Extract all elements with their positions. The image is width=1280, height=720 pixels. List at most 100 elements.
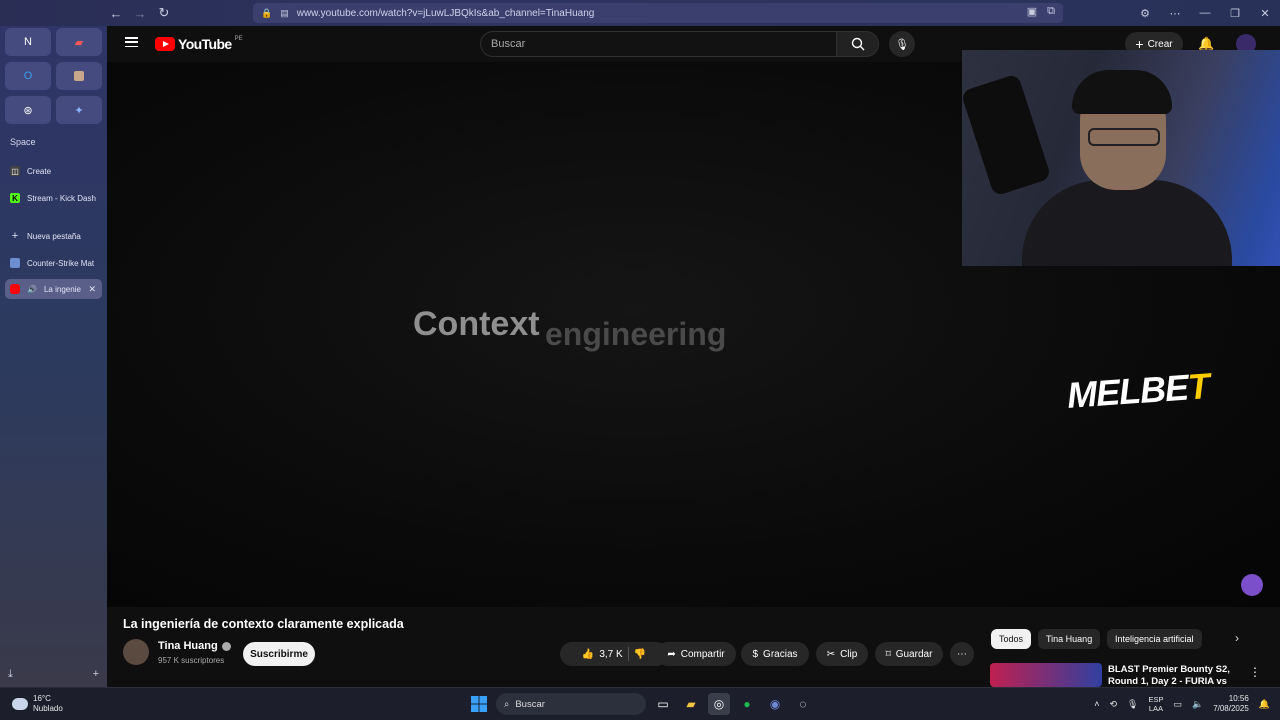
- window-controls: ⚙ ⋯ — ❐ ✕: [1130, 0, 1280, 26]
- search-input[interactable]: Buscar: [480, 31, 837, 57]
- save-label: Guardar: [895, 648, 933, 660]
- app-icon[interactable]: [56, 62, 102, 90]
- weather-widget[interactable]: 16°C Nublado: [12, 694, 63, 714]
- spotify-icon[interactable]: ●: [736, 693, 758, 715]
- weather-condition: Nublado: [33, 704, 63, 713]
- sync-icon[interactable]: ⟲: [1109, 699, 1117, 710]
- notion-icon[interactable]: N: [5, 28, 51, 56]
- youtube-wordmark: YouTube: [178, 36, 232, 52]
- maximize-icon[interactable]: ❐: [1220, 7, 1250, 20]
- mic-icon[interactable]: 🎙: [1127, 699, 1138, 710]
- microphone-image: [962, 73, 1052, 197]
- thanks-button[interactable]: $ Gracias: [741, 642, 809, 666]
- back-icon[interactable]: ←: [104, 2, 128, 24]
- language-indicator[interactable]: ESP LAA: [1148, 695, 1163, 713]
- sponsor-logo: MELBET: [1065, 365, 1211, 416]
- video-details: La ingeniería de contexto claramente exp…: [107, 607, 1280, 687]
- menu-icon[interactable]: [125, 37, 138, 47]
- outlook-icon[interactable]: O: [5, 62, 51, 90]
- space-label: Space: [10, 137, 36, 147]
- site-settings-icon[interactable]: ▤: [280, 8, 289, 19]
- sidebar-item-label: Counter-Strike Mat: [27, 258, 95, 268]
- gemini-icon[interactable]: ✦: [56, 96, 102, 124]
- app-icon[interactable]: ◌: [792, 693, 814, 715]
- thumbs-up-icon: 👍: [581, 648, 595, 660]
- clock[interactable]: 10:56 7/08/2025: [1213, 694, 1249, 714]
- cs-icon: [10, 258, 20, 268]
- save-button[interactable]: ⌑ Guardar: [875, 642, 943, 666]
- dislike-button[interactable]: 👎: [634, 649, 646, 660]
- create-label: Crear: [1147, 38, 1173, 50]
- pinned-tabs: N ▰ O ⊛ ✦: [5, 28, 102, 124]
- volume-icon[interactable]: 🔈: [1192, 699, 1203, 710]
- system-tray: ˄ ⟲ 🎙 ESP LAA ▭ 🔈 10:56 7/08/2025 🔔: [1094, 694, 1270, 714]
- url-text: www.youtube.com/watch?v=jLuwLJBQkIs&ab_c…: [296, 7, 595, 19]
- add-icon[interactable]: +: [93, 668, 99, 681]
- like-dislike-group: 👍 3,7 K 👎: [560, 642, 668, 666]
- browser-icon[interactable]: ◎: [708, 693, 730, 715]
- chip-inteligencia-artificial[interactable]: Inteligencia artificial: [1107, 629, 1202, 649]
- tab-icon[interactable]: ⧉: [1047, 5, 1055, 18]
- clip-button[interactable]: ✂ Clip: [816, 642, 868, 666]
- reload-icon[interactable]: ↻: [152, 2, 176, 24]
- more-actions-button[interactable]: ⋯: [950, 642, 974, 666]
- search-icon: ⌕: [504, 698, 510, 710]
- divider: [627, 647, 629, 661]
- notification-icon[interactable]: 🔔: [1259, 699, 1270, 710]
- subscribe-button[interactable]: Suscribirme: [243, 642, 315, 666]
- chevron-up-icon[interactable]: ˄: [1094, 699, 1099, 709]
- scissors-icon: ✂: [826, 648, 836, 660]
- minimize-icon[interactable]: —: [1190, 7, 1220, 19]
- windows-start-icon[interactable]: [468, 693, 490, 715]
- video-title: La ingeniería de contexto claramente exp…: [123, 617, 404, 631]
- youtube-logo[interactable]: YouTube PE: [155, 36, 243, 52]
- share-icon: ➦: [667, 648, 676, 660]
- sidebar-item-youtube[interactable]: 🔊 La ingenie ✕: [5, 279, 102, 299]
- recommendation-menu-icon[interactable]: ⋮: [1249, 665, 1261, 679]
- sidebar-item-new-tab[interactable]: + Nueva pestaña: [5, 226, 102, 246]
- create-icon: ◫: [10, 166, 20, 176]
- share-button[interactable]: ➦ Compartir: [656, 642, 736, 666]
- recommendation-title[interactable]: BLAST Premier Bounty S2, Round 1, Day 2 …: [1108, 664, 1243, 688]
- clock-date: 7/08/2025: [1213, 704, 1249, 713]
- like-button[interactable]: 👍 3,7 K: [582, 649, 623, 660]
- thanks-label: Gracias: [763, 648, 798, 660]
- search-button[interactable]: [837, 31, 879, 57]
- country-code: PE: [234, 36, 243, 42]
- sidebar-item-create[interactable]: ◫ Create: [5, 161, 102, 181]
- picture-in-picture-icon[interactable]: ▣: [1027, 5, 1037, 18]
- mic-icon: 🎙: [895, 38, 909, 51]
- search-icon: [851, 37, 864, 51]
- recommendation-thumbnail[interactable]: [990, 663, 1102, 687]
- sidebar-item-kick[interactable]: K Stream - Kick Dash: [5, 188, 102, 208]
- lock-icon: 🔒: [261, 7, 273, 18]
- verified-icon: [221, 641, 231, 651]
- browser-toolbar: ← → ↻ 🔒 ▤ www.youtube.com/watch?v=jLuwLJ…: [0, 0, 1280, 26]
- chevron-right-icon[interactable]: ›: [1235, 631, 1239, 645]
- channel-avatar[interactable]: [123, 639, 149, 665]
- lang-text: LAA: [1148, 704, 1164, 713]
- channel-name[interactable]: Tina Huang: [158, 640, 231, 652]
- taskbar-search[interactable]: ⌕ Buscar: [496, 693, 646, 715]
- sidebar-item-counter-strike[interactable]: Counter-Strike Mat: [5, 253, 102, 273]
- close-tab-icon[interactable]: ✕: [88, 284, 96, 295]
- download-icon[interactable]: ⤓: [8, 668, 13, 681]
- extensions-icon[interactable]: ⚙: [1130, 7, 1160, 20]
- network-icon[interactable]: ▭: [1173, 699, 1182, 710]
- lang-text: ESP: [1148, 695, 1164, 704]
- more-icon: ⋯: [957, 648, 967, 660]
- chip-todos[interactable]: Todos: [991, 629, 1032, 649]
- sidebar-item-label: Stream - Kick Dash: [27, 193, 96, 203]
- address-bar[interactable]: 🔒 ▤ www.youtube.com/watch?v=jLuwLJBQkIs&…: [253, 3, 1063, 23]
- discord-icon[interactable]: ◉: [764, 693, 786, 715]
- task-view-icon[interactable]: ▭: [652, 693, 674, 715]
- more-icon[interactable]: ⋯: [1160, 7, 1190, 20]
- chip-tina-huang[interactable]: Tina Huang: [1038, 629, 1101, 649]
- voice-search-button[interactable]: 🎙: [889, 31, 915, 57]
- file-explorer-icon[interactable]: ▰: [680, 693, 702, 715]
- taskbar-search-label: Buscar: [515, 698, 545, 710]
- close-icon[interactable]: ✕: [1250, 7, 1280, 20]
- openai-icon[interactable]: ⊛: [5, 96, 51, 124]
- analytics-icon[interactable]: ▰: [56, 28, 102, 56]
- forward-icon[interactable]: →: [128, 2, 152, 24]
